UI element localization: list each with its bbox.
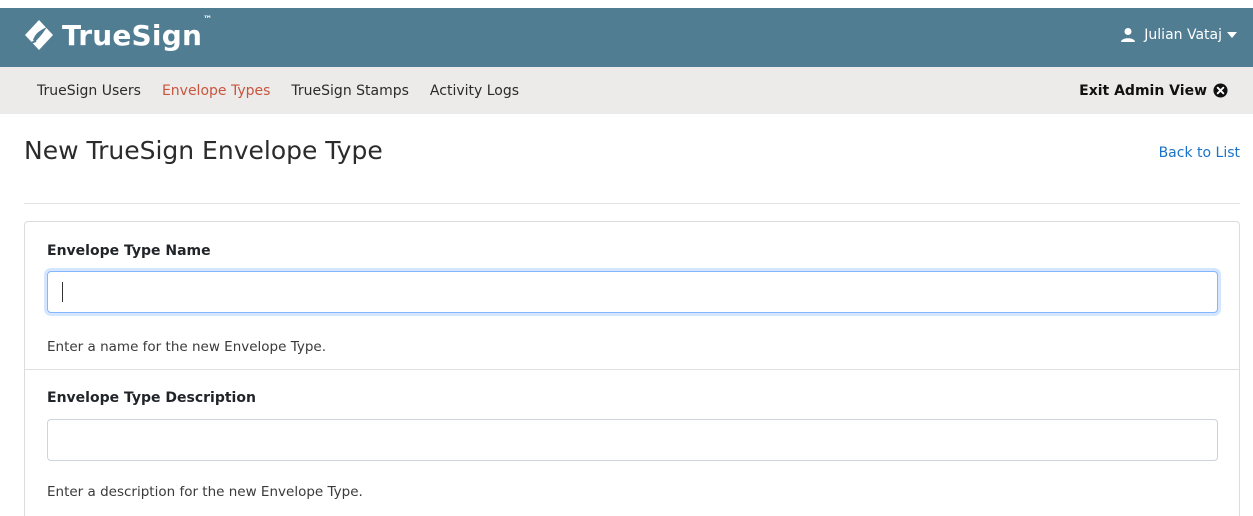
brand-name: TrueSign™ [62,14,213,52]
name-field-label: Envelope Type Name [47,243,211,259]
subnav-links: TrueSign Users Envelope Types TrueSign S… [37,67,540,114]
description-field-group: Envelope Type Description Enter a descri… [25,370,1239,516]
nav-activity-logs[interactable]: Activity Logs [430,83,519,99]
chevron-down-icon [1227,32,1237,38]
nav-truesign-stamps[interactable]: TrueSign Stamps [291,83,409,99]
envelope-type-description-input[interactable] [47,419,1218,461]
exit-admin-view-button[interactable]: Exit Admin View [1079,67,1228,114]
truesign-logo-icon [25,20,53,50]
close-circle-icon [1213,83,1228,98]
nav-truesign-users[interactable]: TrueSign Users [37,83,141,99]
description-field-help: Enter a description for the new Envelope… [47,484,363,500]
text-cursor [62,282,63,302]
brand-logo[interactable]: TrueSign™ [22,14,213,53]
description-field-label: Envelope Type Description [47,390,256,406]
user-icon [1121,28,1136,42]
nav-envelope-types[interactable]: Envelope Types [162,83,270,99]
envelope-type-name-input[interactable] [47,271,1218,313]
title-divider [24,203,1240,204]
top-strip [0,0,1253,8]
name-field-help: Enter a name for the new Envelope Type. [47,339,327,355]
back-to-list-link[interactable]: Back to List [1159,145,1240,161]
user-menu[interactable]: Julian Vataj [1120,24,1237,46]
top-header: TrueSign™ Julian Vataj [0,0,1253,67]
admin-subnav: TrueSign Users Envelope Types TrueSign S… [0,67,1253,114]
exit-admin-view-label: Exit Admin View [1079,82,1207,99]
page-title: New TrueSign Envelope Type [24,136,383,165]
user-name: Julian Vataj [1144,27,1222,43]
name-field-group: Envelope Type Name Enter a name for the … [25,222,1239,370]
brand-trademark: ™ [203,14,213,25]
envelope-type-form: Envelope Type Name Enter a name for the … [24,221,1240,516]
